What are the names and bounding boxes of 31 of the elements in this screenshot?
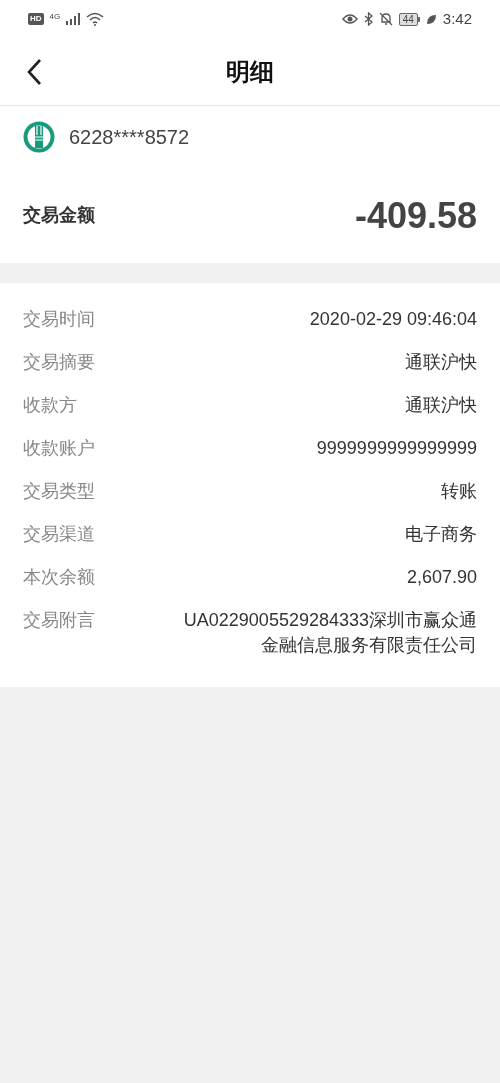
signal-icon: [66, 13, 81, 25]
wifi-icon: [86, 12, 105, 26]
detail-value: 9999999999999999: [316, 437, 477, 460]
bell-off-icon: [378, 12, 393, 26]
detail-value: 通联沪快: [405, 351, 477, 374]
detail-value: UA0229005529284333深圳市赢众通金融信息服务有限责任公司: [182, 609, 477, 657]
battery-level: 44: [398, 12, 418, 26]
leaf-icon: [425, 13, 437, 25]
amount-value: -409.58: [354, 193, 477, 238]
detail-label: 收款账户: [23, 437, 95, 460]
detail-value: 通联沪快: [405, 394, 477, 417]
eye-icon: [341, 13, 358, 25]
card-number: 6228****8572: [69, 125, 190, 150]
network-label: 4G: [49, 13, 61, 21]
detail-label: 交易摘要: [23, 351, 95, 374]
detail-value: 2020-02-29 09:46:04: [309, 308, 477, 331]
detail-label: 交易类型: [23, 480, 95, 503]
detail-label: 交易渠道: [23, 523, 95, 546]
detail-value: 电子商务: [405, 523, 477, 546]
detail-label: 收款方: [23, 394, 77, 417]
detail-label: 交易时间: [23, 308, 95, 331]
bank-logo-icon: [23, 121, 55, 153]
detail-value: 2,607.90: [406, 566, 477, 589]
amount-label: 交易金额: [23, 204, 95, 227]
page-title: 明细: [226, 56, 274, 87]
hd-badge: HD: [28, 13, 44, 25]
detail-label: 交易附言: [23, 609, 95, 632]
detail-value: 转账: [441, 480, 477, 503]
detail-label: 本次余额: [23, 566, 95, 589]
bluetooth-icon: [363, 12, 373, 26]
clock-time: 3:42: [442, 8, 472, 29]
